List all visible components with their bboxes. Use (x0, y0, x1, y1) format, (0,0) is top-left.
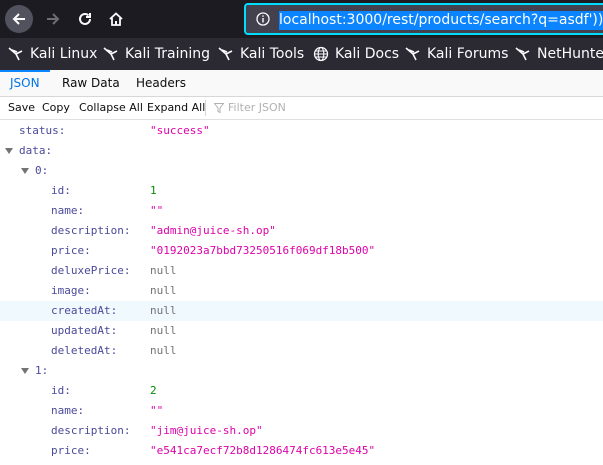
json-key: createdAt: (51, 304, 118, 317)
expand-toggle-icon[interactable] (5, 148, 13, 154)
json-row[interactable]: description: "admin@juice-sh.op" (0, 221, 603, 241)
json-value: "success" (150, 124, 210, 137)
bookmark-kali-tools[interactable]: Kali Tools (218, 38, 304, 70)
json-key: name: (51, 404, 85, 417)
kali-dragon-icon (218, 47, 233, 61)
json-key: 0: (35, 164, 49, 177)
url-text[interactable]: localhost:3000/rest/products/search?q=as… (279, 11, 603, 30)
tab-raw-data[interactable]: Raw Data (52, 70, 130, 96)
json-key: id: (51, 184, 71, 197)
copy-button[interactable]: Copy (42, 97, 70, 119)
json-key: description: (51, 224, 131, 237)
home-button[interactable] (102, 5, 130, 33)
json-value: "jim@juice-sh.op" (150, 424, 263, 437)
json-key: price: (51, 244, 91, 257)
bookmark-kali-linux[interactable]: Kali Linux (8, 38, 97, 70)
json-value: null (150, 284, 177, 297)
bookmark-label: Kali Training (125, 46, 210, 62)
json-value: null (150, 324, 177, 337)
kali-dragon-icon (103, 47, 118, 61)
home-icon (109, 12, 123, 26)
json-key: price: (51, 444, 91, 457)
json-key: deletedAt: (51, 344, 118, 357)
bookmark-label: NetHunter (537, 46, 603, 62)
forward-button[interactable] (39, 5, 67, 33)
json-row[interactable]: id: 1 (0, 181, 603, 201)
expand-toggle-icon[interactable] (21, 168, 29, 174)
bookmark-kali-docs[interactable]: Kali Docs (313, 38, 399, 70)
json-value: "e541ca7ecf72b8d1286474fc613e5e45" (150, 444, 376, 457)
json-key: updatedAt: (51, 324, 118, 337)
bookmark-label: Kali Tools (240, 46, 305, 62)
save-button[interactable]: Save (8, 97, 35, 119)
json-row-status[interactable]: status: "success" (0, 121, 603, 141)
json-row-item-0[interactable]: 0: (0, 161, 603, 181)
json-value: null (150, 264, 177, 277)
reload-button[interactable] (71, 5, 99, 33)
json-value: "" (150, 204, 164, 217)
globe-icon (313, 46, 329, 62)
filter-icon (214, 103, 224, 113)
reload-icon (79, 12, 91, 25)
json-key: image: (51, 284, 91, 297)
json-value: 2 (150, 384, 157, 397)
bookmarks-bar: Kali Linux Kali Training Kali Tools Kali… (0, 38, 603, 70)
json-row[interactable]: id: 2 (0, 381, 603, 401)
toolbar-divider (205, 100, 206, 116)
json-row[interactable]: name: "" (0, 201, 603, 221)
json-value: "0192023a7bbd73250516f069df18b500" (150, 244, 376, 257)
bookmark-label: Kali Linux (30, 46, 98, 62)
json-value: null (150, 304, 177, 317)
json-row[interactable]: deluxePrice: null (0, 261, 603, 281)
filter-placeholder: Filter JSON (228, 101, 286, 114)
kali-dragon-icon (405, 47, 420, 61)
json-key: name: (51, 204, 85, 217)
kali-dragon-icon (515, 47, 530, 61)
bookmark-label: Kali Forums (427, 46, 509, 62)
json-key: description: (51, 424, 131, 437)
json-value: "admin@juice-sh.op" (150, 224, 276, 237)
expand-all-button[interactable]: Expand All (147, 97, 205, 119)
json-row-data[interactable]: data: (0, 141, 603, 161)
json-key: deluxePrice: (51, 264, 131, 277)
bookmark-nethunter[interactable]: NetHunter (515, 38, 603, 70)
json-row[interactable]: description: "jim@juice-sh.op" (0, 421, 603, 441)
expand-toggle-icon[interactable] (21, 368, 29, 374)
json-row[interactable]: price: "e541ca7ecf72b8d1286474fc613e5e45… (0, 441, 603, 461)
bookmark-kali-training[interactable]: Kali Training (103, 38, 210, 70)
json-row[interactable]: name: "" (0, 401, 603, 421)
info-icon[interactable] (256, 12, 270, 26)
json-row-item-1[interactable]: 1: (0, 361, 603, 381)
bookmark-label: Kali Docs (335, 46, 400, 62)
filter-json-input[interactable]: Filter JSON (214, 97, 286, 119)
arrow-right-icon (47, 13, 60, 25)
browser-toolbar: localhost:3000/rest/products/search?q=as… (0, 0, 603, 38)
json-row[interactable]: updatedAt: null (0, 321, 603, 341)
json-row-highlighted[interactable]: createdAt: null (0, 301, 603, 321)
arrow-left-icon (12, 13, 25, 25)
json-key: status: (19, 124, 66, 137)
bookmark-kali-forums[interactable]: Kali Forums (405, 38, 508, 70)
json-value: null (150, 344, 177, 357)
collapse-all-button[interactable]: Collapse All (79, 97, 143, 119)
viewer-toolbar: Save Copy Collapse All Expand All Filter… (0, 97, 603, 120)
viewer-tabs: JSON Raw Data Headers (0, 70, 603, 97)
json-value: 1 (150, 184, 157, 197)
json-key: id: (51, 384, 71, 397)
json-row[interactable]: price: "0192023a7bbd73250516f069df18b500… (0, 241, 603, 261)
kali-dragon-icon (8, 47, 23, 61)
json-row[interactable]: deletedAt: null (0, 341, 603, 361)
url-bar[interactable]: localhost:3000/rest/products/search?q=as… (244, 3, 603, 35)
json-tree: status: "success" data: 0: id: 1 name: "… (0, 120, 603, 465)
tab-json[interactable]: JSON (0, 70, 50, 96)
tab-headers[interactable]: Headers (126, 70, 196, 96)
json-value: "" (150, 404, 164, 417)
back-button[interactable] (5, 5, 33, 33)
json-row[interactable]: image: null (0, 281, 603, 301)
json-key: data: (19, 144, 53, 157)
json-key: 1: (35, 364, 49, 377)
